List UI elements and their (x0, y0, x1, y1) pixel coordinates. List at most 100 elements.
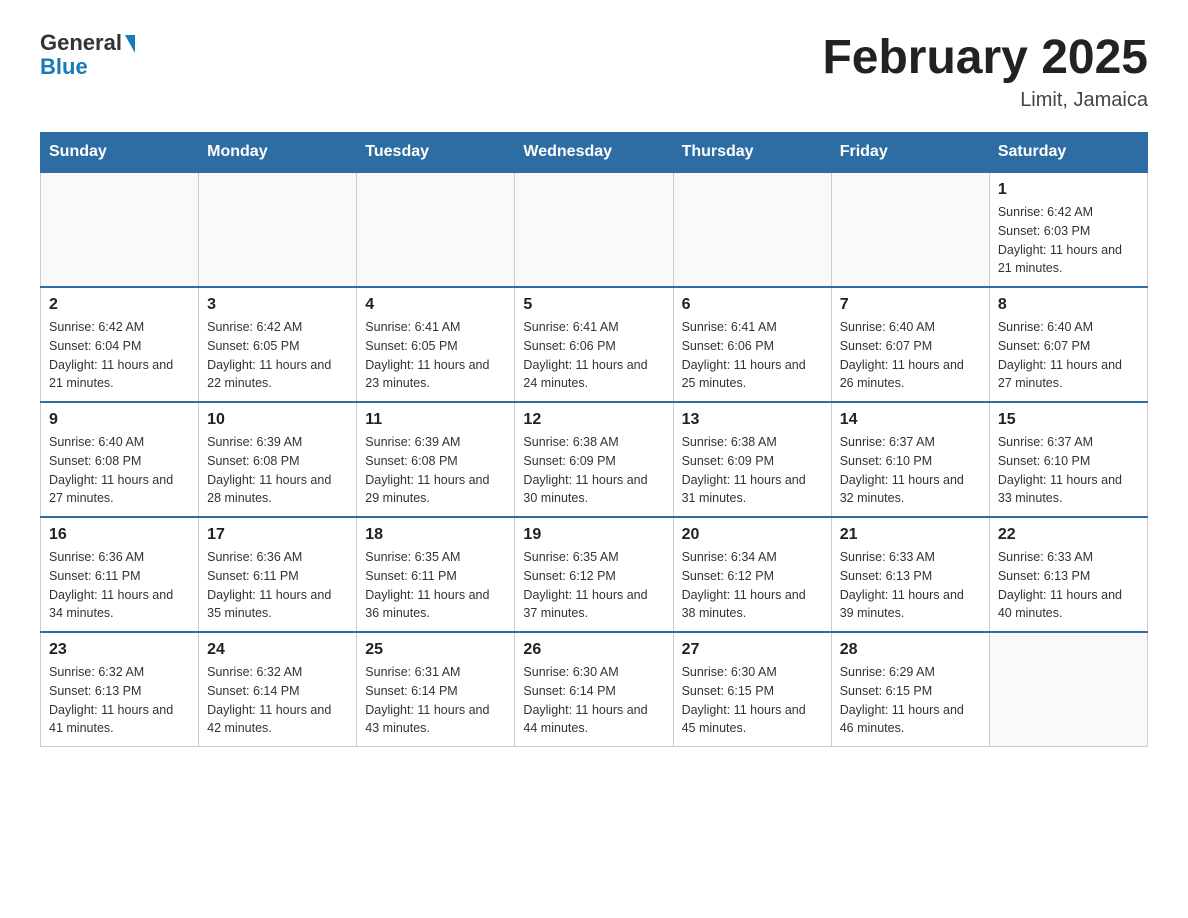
week-row-5: 23 Sunrise: 6:32 AMSunset: 6:13 PMDayligh… (41, 632, 1148, 747)
day-info: Sunrise: 6:41 AMSunset: 6:06 PMDaylight:… (682, 318, 823, 393)
calendar-cell: 15 Sunrise: 6:37 AMSunset: 6:10 PMDayligh… (989, 402, 1147, 517)
day-info: Sunrise: 6:41 AMSunset: 6:05 PMDaylight:… (365, 318, 506, 393)
day-number: 18 (365, 526, 506, 544)
day-number: 1 (998, 181, 1139, 199)
calendar-cell (357, 172, 515, 287)
day-number: 4 (365, 296, 506, 314)
day-number: 13 (682, 411, 823, 429)
calendar-cell: 27Sunrise: 6:30 AMSunset: 6:15 PMDayligh… (673, 632, 831, 747)
calendar-cell: 28Sunrise: 6:29 AMSunset: 6:15 PMDayligh… (831, 632, 989, 747)
day-info: Sunrise: 6:35 AMSunset: 6:11 PMDaylight:… (365, 548, 506, 623)
day-info: Sunrise: 6:41 AMSunset: 6:06 PMDaylight:… (523, 318, 664, 393)
logo-general-text: General (40, 30, 122, 56)
day-info: Sunrise: 6:33 AMSunset: 6:13 PMDaylight:… (998, 548, 1139, 623)
day-info: Sunrise: 6:38 AMSunset: 6:09 PMDaylight:… (523, 433, 664, 508)
calendar-cell: 12 Sunrise: 6:38 AMSunset: 6:09 PMDayligh… (515, 402, 673, 517)
day-number: 14 (840, 411, 981, 429)
day-info: Sunrise: 6:33 AMSunset: 6:13 PMDaylight:… (840, 548, 981, 623)
day-info: Sunrise: 6:36 AMSunset: 6:11 PMDaylight:… (49, 548, 190, 623)
day-info: Sunrise: 6:42 AMSunset: 6:04 PMDaylight:… (49, 318, 190, 393)
logo: General Blue (40, 30, 135, 80)
calendar-cell: 16 Sunrise: 6:36 AMSunset: 6:11 PMDayligh… (41, 517, 199, 632)
weekday-header-row: SundayMondayTuesdayWednesdayThursdayFrid… (41, 133, 1148, 173)
day-info: Sunrise: 6:40 AMSunset: 6:07 PMDaylight:… (840, 318, 981, 393)
day-number: 16 (49, 526, 190, 544)
weekday-header-saturday: Saturday (989, 133, 1147, 173)
day-info: Sunrise: 6:30 AMSunset: 6:15 PMDaylight:… (682, 663, 823, 738)
day-info: Sunrise: 6:39 AMSunset: 6:08 PMDaylight:… (207, 433, 348, 508)
weekday-header-thursday: Thursday (673, 133, 831, 173)
calendar-cell: 13 Sunrise: 6:38 AMSunset: 6:09 PMDayligh… (673, 402, 831, 517)
day-info: Sunrise: 6:30 AMSunset: 6:14 PMDaylight:… (523, 663, 664, 738)
calendar-cell: 11 Sunrise: 6:39 AMSunset: 6:08 PMDayligh… (357, 402, 515, 517)
day-info: Sunrise: 6:29 AMSunset: 6:15 PMDaylight:… (840, 663, 981, 738)
week-row-4: 16 Sunrise: 6:36 AMSunset: 6:11 PMDayligh… (41, 517, 1148, 632)
day-number: 21 (840, 526, 981, 544)
calendar-cell: 3Sunrise: 6:42 AMSunset: 6:05 PMDaylight… (199, 287, 357, 402)
day-number: 15 (998, 411, 1139, 429)
day-number: 2 (49, 296, 190, 314)
day-info: Sunrise: 6:40 AMSunset: 6:08 PMDaylight:… (49, 433, 190, 508)
calendar-cell (673, 172, 831, 287)
day-info: Sunrise: 6:32 AMSunset: 6:13 PMDaylight:… (49, 663, 190, 738)
day-number: 9 (49, 411, 190, 429)
logo-blue-text: Blue (40, 54, 88, 80)
day-number: 19 (523, 526, 664, 544)
calendar-cell: 8Sunrise: 6:40 AMSunset: 6:07 PMDaylight… (989, 287, 1147, 402)
weekday-header-monday: Monday (199, 133, 357, 173)
day-info: Sunrise: 6:39 AMSunset: 6:08 PMDaylight:… (365, 433, 506, 508)
day-number: 5 (523, 296, 664, 314)
calendar-cell: 25 Sunrise: 6:31 AMSunset: 6:14 PMDayligh… (357, 632, 515, 747)
day-info: Sunrise: 6:36 AMSunset: 6:11 PMDaylight:… (207, 548, 348, 623)
calendar-cell: 5 Sunrise: 6:41 AMSunset: 6:06 PMDaylight… (515, 287, 673, 402)
weekday-header-tuesday: Tuesday (357, 133, 515, 173)
calendar-cell: 17 Sunrise: 6:36 AMSunset: 6:11 PMDayligh… (199, 517, 357, 632)
day-number: 10 (207, 411, 348, 429)
day-number: 8 (998, 296, 1139, 314)
weekday-header-friday: Friday (831, 133, 989, 173)
calendar-cell (199, 172, 357, 287)
day-info: Sunrise: 6:32 AMSunset: 6:14 PMDaylight:… (207, 663, 348, 738)
calendar-cell: 24 Sunrise: 6:32 AMSunset: 6:14 PMDayligh… (199, 632, 357, 747)
day-number: 12 (523, 411, 664, 429)
day-number: 23 (49, 641, 190, 659)
day-info: Sunrise: 6:35 AMSunset: 6:12 PMDaylight:… (523, 548, 664, 623)
calendar-cell: 9 Sunrise: 6:40 AMSunset: 6:08 PMDaylight… (41, 402, 199, 517)
day-number: 11 (365, 411, 506, 429)
calendar-cell: 22 Sunrise: 6:33 AMSunset: 6:13 PMDayligh… (989, 517, 1147, 632)
day-number: 24 (207, 641, 348, 659)
calendar-cell (515, 172, 673, 287)
calendar-cell (989, 632, 1147, 747)
calendar-cell: 10 Sunrise: 6:39 AMSunset: 6:08 PMDayligh… (199, 402, 357, 517)
day-number: 17 (207, 526, 348, 544)
day-info: Sunrise: 6:38 AMSunset: 6:09 PMDaylight:… (682, 433, 823, 508)
calendar-cell: 1 Sunrise: 6:42 AMSunset: 6:03 PMDaylight… (989, 172, 1147, 287)
day-number: 22 (998, 526, 1139, 544)
calendar-cell: 26Sunrise: 6:30 AMSunset: 6:14 PMDayligh… (515, 632, 673, 747)
title-section: February 2025 Limit, Jamaica (822, 30, 1148, 112)
calendar-cell: 14 Sunrise: 6:37 AMSunset: 6:10 PMDayligh… (831, 402, 989, 517)
calendar-table: SundayMondayTuesdayWednesdayThursdayFrid… (40, 132, 1148, 747)
day-info: Sunrise: 6:37 AMSunset: 6:10 PMDaylight:… (998, 433, 1139, 508)
calendar-cell: 7Sunrise: 6:40 AMSunset: 6:07 PMDaylight… (831, 287, 989, 402)
day-info: Sunrise: 6:34 AMSunset: 6:12 PMDaylight:… (682, 548, 823, 623)
calendar-cell: 18 Sunrise: 6:35 AMSunset: 6:11 PMDayligh… (357, 517, 515, 632)
day-info: Sunrise: 6:31 AMSunset: 6:14 PMDaylight:… (365, 663, 506, 738)
calendar-cell (831, 172, 989, 287)
calendar-cell: 2 Sunrise: 6:42 AMSunset: 6:04 PMDaylight… (41, 287, 199, 402)
calendar-cell: 4 Sunrise: 6:41 AMSunset: 6:05 PMDaylight… (357, 287, 515, 402)
day-number: 25 (365, 641, 506, 659)
calendar-cell: 23 Sunrise: 6:32 AMSunset: 6:13 PMDayligh… (41, 632, 199, 747)
calendar-cell: 6 Sunrise: 6:41 AMSunset: 6:06 PMDaylight… (673, 287, 831, 402)
day-number: 3 (207, 296, 348, 314)
calendar-cell: 19 Sunrise: 6:35 AMSunset: 6:12 PMDayligh… (515, 517, 673, 632)
day-info: Sunrise: 6:37 AMSunset: 6:10 PMDaylight:… (840, 433, 981, 508)
page-header: General Blue February 2025 Limit, Jamaic… (40, 30, 1148, 112)
week-row-1: 1 Sunrise: 6:42 AMSunset: 6:03 PMDaylight… (41, 172, 1148, 287)
day-info: Sunrise: 6:42 AMSunset: 6:03 PMDaylight:… (998, 203, 1139, 278)
day-number: 20 (682, 526, 823, 544)
calendar-cell: 20 Sunrise: 6:34 AMSunset: 6:12 PMDayligh… (673, 517, 831, 632)
calendar-cell: 21 Sunrise: 6:33 AMSunset: 6:13 PMDayligh… (831, 517, 989, 632)
weekday-header-sunday: Sunday (41, 133, 199, 173)
day-number: 6 (682, 296, 823, 314)
